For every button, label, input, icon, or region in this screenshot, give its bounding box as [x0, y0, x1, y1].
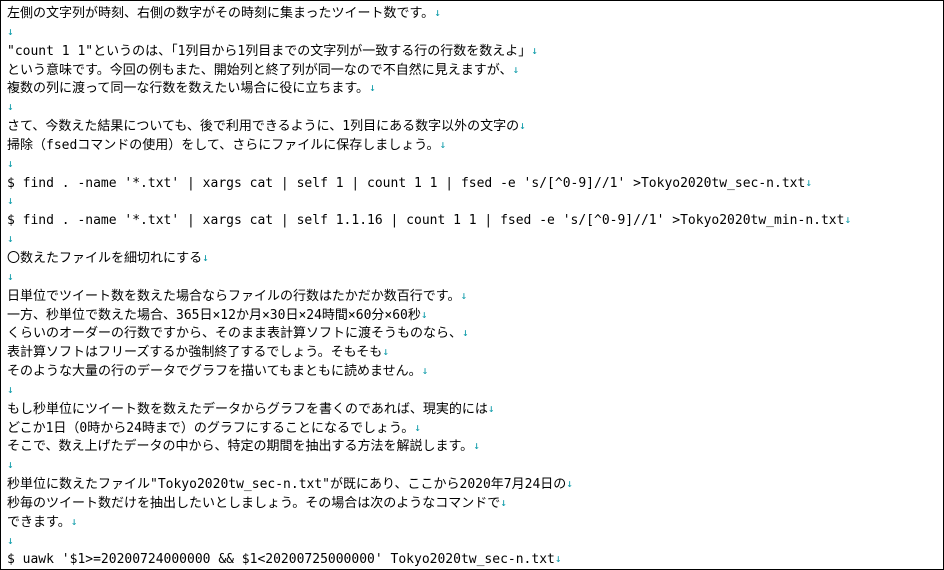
editor-line: ↓ [7, 382, 937, 401]
line-text: "count 1 1"というのは、「1列目から1列目までの文字列が一致する行の行… [7, 44, 531, 59]
editor-line: どこか1日（0時から24時まで）のグラフにすることになるでしょう。↓ [7, 420, 937, 439]
line-break-icon: ↓ [7, 458, 14, 471]
editor-line: 表計算ソフトはフリーズするか強制終了するでしょう。そもそも↓ [7, 344, 937, 363]
line-text: さて、今数えた結果についても、後で利用できるように、1列目にある数字以外の文字の [7, 119, 519, 134]
line-break-icon: ↓ [462, 326, 469, 339]
line-break-icon: ↓ [566, 477, 573, 490]
editor-line: "count 1 1"というのは、「1列目から1列目までの文字列が一致する行の行… [7, 43, 937, 62]
editor-line: ↓ [7, 269, 937, 288]
line-break-icon: ↓ [422, 364, 429, 377]
editor-line: そこで、数え上げたデータの中から、特定の期間を抽出する方法を解説します。↓ [7, 438, 937, 457]
line-text: そのような大量の行のデータでグラフを描いてもまともに読めません。 [7, 364, 422, 379]
text-editor-content: 左側の文字列が時刻、右側の数字がその時刻に集まったツイート数です。↓↓"coun… [0, 0, 944, 570]
line-text: $ find . -name '*.txt' | xargs cat | sel… [7, 176, 805, 191]
line-break-icon: ↓ [460, 289, 467, 302]
line-break-icon: ↓ [555, 552, 562, 565]
editor-line: ↓ [7, 156, 937, 175]
line-break-icon: ↓ [7, 270, 14, 283]
editor-line: さて、今数えた結果についても、後で利用できるように、1列目にある数字以外の文字の… [7, 118, 937, 137]
line-break-icon: ↓ [805, 176, 812, 189]
line-text: くらいのオーダーの行数ですから、そのまま表計算ソフトに渡そうものなら、 [7, 326, 462, 341]
editor-line: ↓ [7, 231, 937, 250]
line-break-icon: ↓ [71, 515, 78, 528]
line-text: 〇数えたファイルを細切れにする [7, 251, 202, 266]
line-break-icon: ↓ [7, 157, 14, 170]
line-text: もし秒単位にツイート数を数えたデータからグラフを書くのであれば、現実的には [7, 402, 488, 417]
line-break-icon: ↓ [7, 194, 14, 207]
line-text: そこで、数え上げたデータの中から、特定の期間を抽出する方法を解説します。 [7, 439, 473, 454]
editor-line: ↓ [7, 457, 937, 476]
line-break-icon: ↓ [369, 81, 376, 94]
line-break-icon: ↓ [7, 25, 14, 38]
line-break-icon: ↓ [7, 100, 14, 113]
editor-line: できます。↓ [7, 514, 937, 533]
line-text: $ uawk '$1>=20200724000000 && $1<2020072… [7, 552, 555, 567]
line-break-icon: ↓ [7, 232, 14, 245]
editor-line: もし秒単位にツイート数を数えたデータからグラフを書くのであれば、現実的には↓ [7, 401, 937, 420]
editor-line: ↓ [7, 24, 937, 43]
editor-line: ↓ [7, 533, 937, 552]
line-text: 表計算ソフトはフリーズするか強制終了するでしょう。そもそも [7, 345, 382, 360]
line-text: 複数の列に渡って同一な行数を数えたい場合に役に立ちます。 [7, 81, 369, 96]
editor-line: 秒単位に数えたファイル"Tokyo2020tw_sec-n.txt"が既にあり、… [7, 476, 937, 495]
editor-line: ↓ [7, 193, 937, 212]
line-break-icon: ↓ [488, 402, 495, 415]
line-break-icon: ↓ [434, 6, 441, 19]
line-text: $ find . -name '*.txt' | xargs cat | sel… [7, 213, 844, 228]
editor-line: 一方、秒単位で数えた場合、365日×12か月×30日×24時間×60分×60秒↓ [7, 307, 937, 326]
line-break-icon: ↓ [512, 63, 519, 76]
editor-line: という意味です。今回の例もまた、開始列と終了列が同一なので不自然に見えますが、↓ [7, 62, 937, 81]
line-text: 日単位でツイート数を数えた場合ならファイルの行数はたかだか数百行です。 [7, 289, 460, 304]
line-break-icon: ↓ [440, 138, 447, 151]
line-text: という意味です。今回の例もまた、開始列と終了列が同一なので不自然に見えますが、 [7, 63, 512, 78]
line-break-icon: ↓ [414, 421, 421, 434]
editor-line: 日単位でツイート数を数えた場合ならファイルの行数はたかだか数百行です。↓ [7, 288, 937, 307]
editor-line: 秒毎のツイート数だけを抽出したいとしましょう。その場合は次のようなコマンドで↓ [7, 495, 937, 514]
line-break-icon: ↓ [500, 496, 507, 509]
line-text: 掃除（fsedコマンドの使用）をして、さらにファイルに保存しましょう。 [7, 138, 440, 153]
editor-line: そのような大量の行のデータでグラフを描いてもまともに読めません。↓ [7, 363, 937, 382]
line-break-icon: ↓ [844, 213, 851, 226]
line-text: 一方、秒単位で数えた場合、365日×12か月×30日×24時間×60分×60秒 [7, 308, 421, 323]
line-break-icon: ↓ [421, 308, 428, 321]
line-break-icon: ↓ [519, 119, 526, 132]
editor-line: くらいのオーダーの行数ですから、そのまま表計算ソフトに渡そうものなら、↓ [7, 325, 937, 344]
editor-line: ↓ [7, 99, 937, 118]
editor-line: $ find . -name '*.txt' | xargs cat | sel… [7, 212, 937, 231]
editor-line: 複数の列に渡って同一な行数を数えたい場合に役に立ちます。↓ [7, 80, 937, 99]
editor-line: 左側の文字列が時刻、右側の数字がその時刻に集まったツイート数です。↓ [7, 5, 937, 24]
line-text: どこか1日（0時から24時まで）のグラフにすることになるでしょう。 [7, 421, 414, 436]
line-break-icon: ↓ [531, 44, 538, 57]
line-break-icon: ↓ [7, 383, 14, 396]
line-text: 秒毎のツイート数だけを抽出したいとしましょう。その場合は次のようなコマンドで [7, 496, 500, 511]
line-text: 秒単位に数えたファイル"Tokyo2020tw_sec-n.txt"が既にあり、… [7, 477, 566, 492]
editor-line: 掃除（fsedコマンドの使用）をして、さらにファイルに保存しましょう。↓ [7, 137, 937, 156]
editor-line: 〇数えたファイルを細切れにする↓ [7, 250, 937, 269]
line-break-icon: ↓ [473, 439, 480, 452]
line-text: 左側の文字列が時刻、右側の数字がその時刻に集まったツイート数です。 [7, 6, 434, 21]
line-text: できます。 [7, 515, 71, 530]
editor-line: $ find . -name '*.txt' | xargs cat | sel… [7, 175, 937, 194]
editor-line: $ uawk '$1>=20200724000000 && $1<2020072… [7, 551, 937, 570]
line-break-icon: ↓ [7, 534, 14, 547]
line-break-icon: ↓ [202, 251, 209, 264]
line-break-icon: ↓ [382, 345, 389, 358]
